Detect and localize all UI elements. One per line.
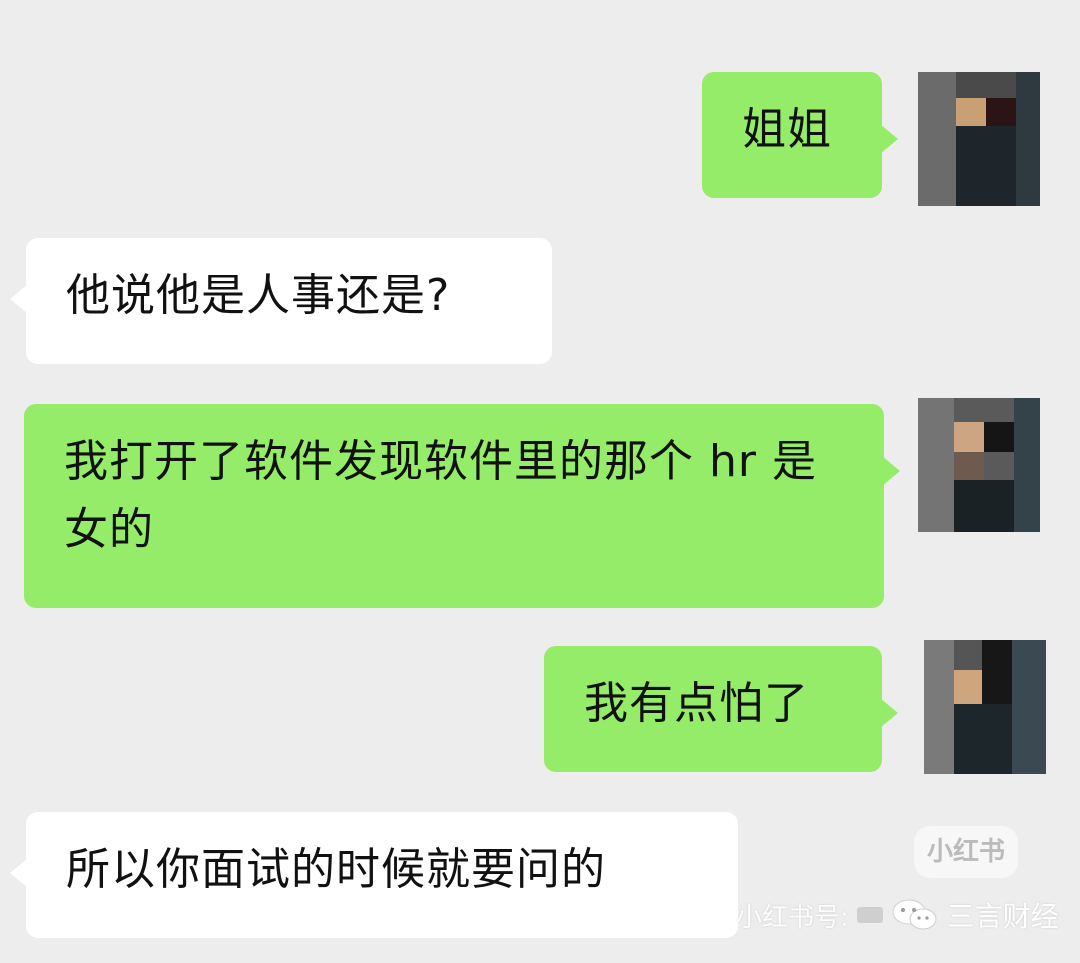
avatar-pixel — [986, 98, 1016, 126]
avatar[interactable] — [918, 398, 1040, 532]
wechat-icon — [891, 898, 939, 932]
message-bubble-me[interactable]: 我打开了软件发现软件里的那个 hr 是女的 — [24, 404, 900, 608]
avatar-pixel — [954, 452, 984, 480]
message-bubble-them[interactable]: 他说他是人事还是? — [10, 238, 552, 364]
avatar-pixel — [1014, 398, 1040, 532]
avatar-pixel — [1016, 72, 1040, 206]
avatar-pixel — [924, 640, 954, 774]
watermark-id-label: 小红书号: — [736, 902, 849, 933]
message-bubble-them[interactable]: 所以你面试的时候就要问的 — [10, 812, 738, 938]
message-text: 所以你面试的时候就要问的 — [66, 844, 606, 895]
message-bubble-me[interactable]: 姐姐 — [702, 72, 898, 198]
avatar-pixel — [918, 72, 956, 206]
avatar[interactable] — [918, 72, 1040, 206]
message-text: 我打开了软件发现软件里的那个 hr 是女的 — [64, 436, 817, 555]
avatar-pixel — [956, 126, 1016, 206]
avatar-pixel — [982, 640, 1012, 704]
avatar-pixel — [954, 480, 1014, 532]
avatar-pixel — [954, 670, 982, 704]
logo-text: 小红书 — [926, 837, 1005, 867]
message-text: 他说他是人事还是? — [66, 270, 451, 321]
message-text: 姐姐 — [742, 104, 832, 155]
message-bubble-me[interactable]: 我有点怕了 — [544, 646, 898, 772]
watermark: 小红书号: 三言财经 — [736, 892, 1059, 938]
watermark-account-name: 三言财经 — [946, 900, 1059, 933]
avatar[interactable] — [924, 640, 1046, 774]
chat-window: 姐姐 他说他是人事还是? 我打开了软件发现软件里的那个 hr 是女的 我有点怕了 — [0, 0, 1080, 963]
avatar-pixel — [1012, 640, 1046, 774]
avatar-pixel — [956, 98, 986, 126]
avatar-pixel — [954, 422, 984, 452]
avatar-pixel — [984, 422, 1014, 452]
redacted-id — [856, 907, 883, 923]
xiaohongshu-logo: 小红书 — [914, 826, 1018, 878]
avatar-pixel — [954, 704, 1012, 774]
message-text: 我有点怕了 — [584, 678, 809, 729]
avatar-pixel — [918, 398, 954, 532]
